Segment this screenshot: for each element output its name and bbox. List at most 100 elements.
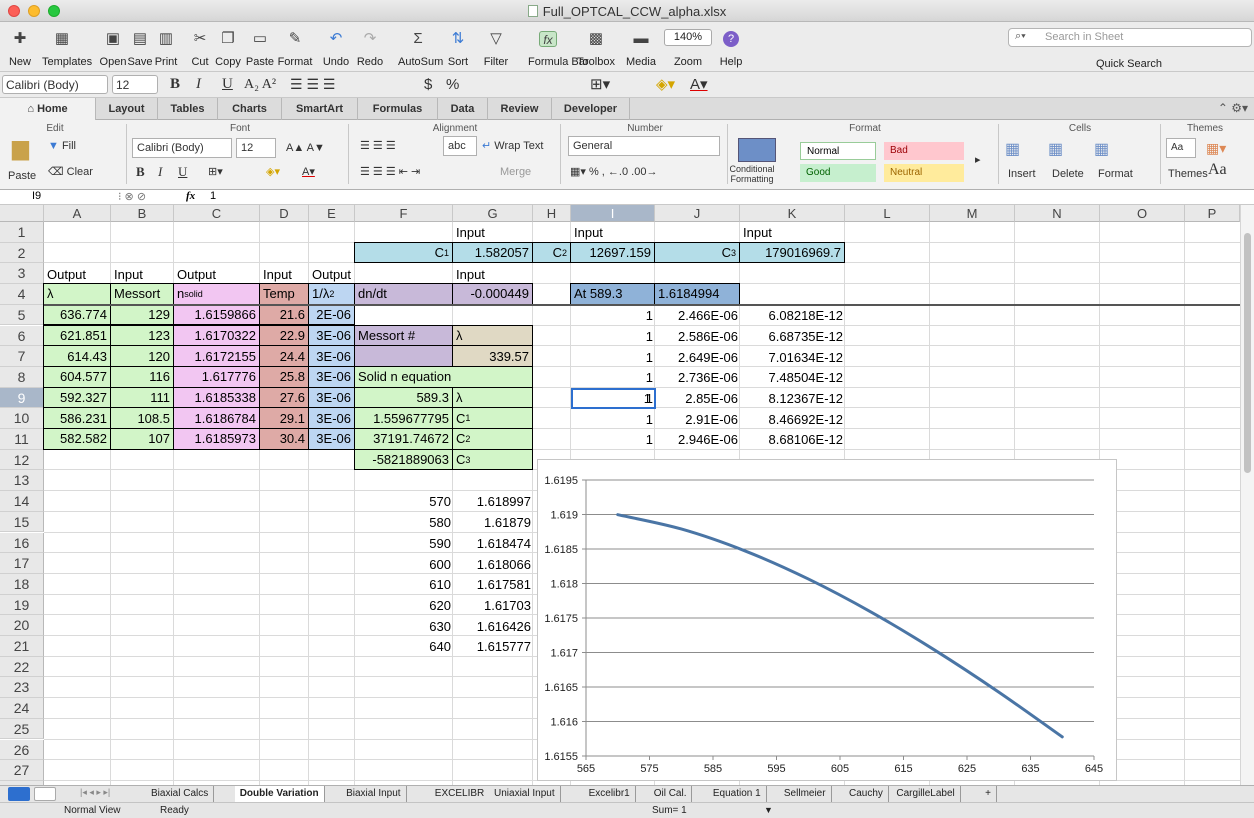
cell-f15[interactable]: 580 xyxy=(355,512,454,534)
cell-g7[interactable]: 339.57 xyxy=(452,345,533,367)
cell-b9[interactable]: 111 xyxy=(110,386,174,409)
cell-f10[interactable]: 1.559677795 xyxy=(354,407,453,429)
cell-b5[interactable]: 129 xyxy=(110,303,174,326)
fill-color-icon[interactable]: ◈▾ xyxy=(656,75,675,94)
ribbon-themes-button[interactable]: Themes xyxy=(1168,164,1208,184)
formula-bar-icons[interactable]: ⁝ ⊗ ⊘ xyxy=(118,190,146,203)
cell-f14[interactable]: 570 xyxy=(355,491,454,513)
column-header-a[interactable]: A xyxy=(44,205,111,222)
help-button[interactable]: ? Help xyxy=(720,22,742,72)
cell-a10[interactable]: 586.231 xyxy=(43,407,111,429)
ribbon-aa-button[interactable]: Aa xyxy=(1208,160,1227,180)
new-button[interactable]: ✚ New xyxy=(9,22,31,72)
row-header-22[interactable]: 22 xyxy=(0,656,44,678)
ribbon-font-color-icon[interactable]: A▾ xyxy=(302,162,315,182)
grow-shrink-font-icon[interactable]: A▲ A▼ xyxy=(286,138,325,158)
column-header-p[interactable]: P xyxy=(1185,205,1240,222)
cell-g12[interactable]: C3 xyxy=(452,448,533,471)
sheet-tab-excelibr[interactable]: EXCELIBR xyxy=(429,786,491,802)
currency-button[interactable]: $ xyxy=(424,75,432,94)
cell-a11[interactable]: 582.582 xyxy=(43,428,111,450)
cell-f18[interactable]: 610 xyxy=(355,574,454,596)
formula-input[interactable]: 1 xyxy=(210,190,216,202)
theme-colors-icon[interactable]: ▦▾ xyxy=(1206,138,1226,158)
row-header-2[interactable]: 2 xyxy=(0,242,44,264)
cell-d8[interactable]: 25.8 xyxy=(259,365,309,388)
row-header-4[interactable]: 4 xyxy=(0,284,44,305)
format-painter-button[interactable]: ✎ Format xyxy=(278,22,313,72)
ribbon-insert-button[interactable]: Insert xyxy=(1008,164,1036,184)
select-all-corner[interactable] xyxy=(0,205,44,222)
conditional-formatting-icon[interactable] xyxy=(738,138,776,162)
align-icons[interactable]: ☰ ☰ ☰ xyxy=(290,75,335,94)
row-header-5[interactable]: 5 xyxy=(0,304,44,326)
zoom-value[interactable]: 140% xyxy=(664,29,712,46)
row-header-25[interactable]: 25 xyxy=(0,718,44,740)
subscript-icon[interactable]: A₂ A² xyxy=(244,75,276,94)
cell-g11[interactable]: C2 xyxy=(452,428,533,450)
row-header-1[interactable]: 1 xyxy=(0,222,44,243)
ribbon-align-left-icons[interactable]: ☰ ☰ ☰ ⇤ ⇥ xyxy=(360,162,420,182)
cell-b7[interactable]: 120 xyxy=(110,345,174,367)
cell-k7[interactable]: 7.01634E-12 xyxy=(740,346,846,368)
cell-j9[interactable]: 2.85E-06 xyxy=(655,388,741,410)
cell-a5[interactable]: 636.774 xyxy=(43,303,111,326)
formula-bar-button[interactable]: fx Formula Bar xyxy=(528,22,589,72)
cell-i8[interactable]: 1 xyxy=(571,367,656,389)
cell-c4[interactable]: n solid xyxy=(173,283,260,305)
cell-a4[interactable]: λ xyxy=(43,283,111,305)
paste-button[interactable]: ▭ Paste xyxy=(246,22,274,72)
cell-e4[interactable]: 1/λ 2 xyxy=(308,283,355,305)
row-header-14[interactable]: 14 xyxy=(0,491,44,512)
column-header-g[interactable]: G xyxy=(453,205,533,222)
cell-g6[interactable]: λ xyxy=(452,324,533,347)
ribbon-paste-button[interactable]: Paste xyxy=(8,166,36,186)
cell-f2[interactable]: C1 xyxy=(354,241,453,264)
cell-j10[interactable]: 2.91E-06 xyxy=(655,408,741,430)
row-header-7[interactable]: 7 xyxy=(0,346,44,367)
cell-f8[interactable]: Solid n equation xyxy=(354,365,533,388)
row-header-15[interactable]: 15 xyxy=(0,511,44,533)
fx-button[interactable]: fx xyxy=(186,190,195,202)
cell-e9[interactable]: 3E-06 xyxy=(308,386,355,409)
column-header-d[interactable]: D xyxy=(260,205,309,222)
cell-f6[interactable]: Messort # xyxy=(354,324,453,347)
print-button[interactable]: ▥ Print xyxy=(155,22,178,72)
style-bad[interactable]: Bad xyxy=(884,142,964,160)
cell-j11[interactable]: 2.946E-06 xyxy=(655,429,741,451)
row-header-6[interactable]: 6 xyxy=(0,325,44,347)
row-header-19[interactable]: 19 xyxy=(0,594,44,616)
cell-k10[interactable]: 8.46692E-12 xyxy=(740,408,846,430)
cell-k1[interactable]: Input xyxy=(740,222,846,244)
cell-a7[interactable]: 614.43 xyxy=(43,345,111,367)
column-header-b[interactable]: B xyxy=(111,205,174,222)
cell-j4[interactable]: 1.6184994 xyxy=(654,283,740,305)
cell-g20[interactable]: 1.616426 xyxy=(453,615,534,637)
cell-c8[interactable]: 1.617776 xyxy=(173,365,260,388)
column-header-i[interactable]: I xyxy=(571,205,655,222)
vertical-scrollbar[interactable] xyxy=(1240,205,1254,785)
cell-b8[interactable]: 116 xyxy=(110,365,174,388)
cell-reference-box[interactable]: I9 xyxy=(32,190,41,202)
ribbon-size-dropdown[interactable]: 12 xyxy=(236,138,276,158)
cell-i10[interactable]: 1 xyxy=(571,408,656,430)
cell-d4[interactable]: Temp xyxy=(259,283,309,305)
cell-d3[interactable]: Input xyxy=(260,263,310,285)
add-sheet-button[interactable]: + xyxy=(980,786,997,802)
borders-icon[interactable]: ⊞▾ xyxy=(590,75,610,94)
ribbon-bold-button[interactable]: B xyxy=(136,162,145,182)
cell-c6[interactable]: 1.6170322 xyxy=(173,324,260,347)
cell-i1[interactable]: Input xyxy=(571,222,656,244)
sheet-tab-equation-1[interactable]: Equation 1 xyxy=(707,786,767,802)
tab-formulas[interactable]: Formulas xyxy=(358,98,438,120)
cell-g19[interactable]: 1.61703 xyxy=(453,595,534,617)
cell-h2[interactable]: C2 xyxy=(532,241,571,264)
underline-button[interactable]: U xyxy=(222,75,233,94)
filter-button[interactable]: ▽ Filter xyxy=(484,22,508,72)
cell-b10[interactable]: 108.5 xyxy=(110,407,174,429)
tab-smartart[interactable]: SmartArt xyxy=(282,98,358,120)
column-header-k[interactable]: K xyxy=(740,205,845,222)
selected-cell-i9[interactable]: 1 xyxy=(571,387,656,410)
row-header-26[interactable]: 26 xyxy=(0,739,44,761)
row-header-9[interactable]: 9 xyxy=(0,387,44,409)
